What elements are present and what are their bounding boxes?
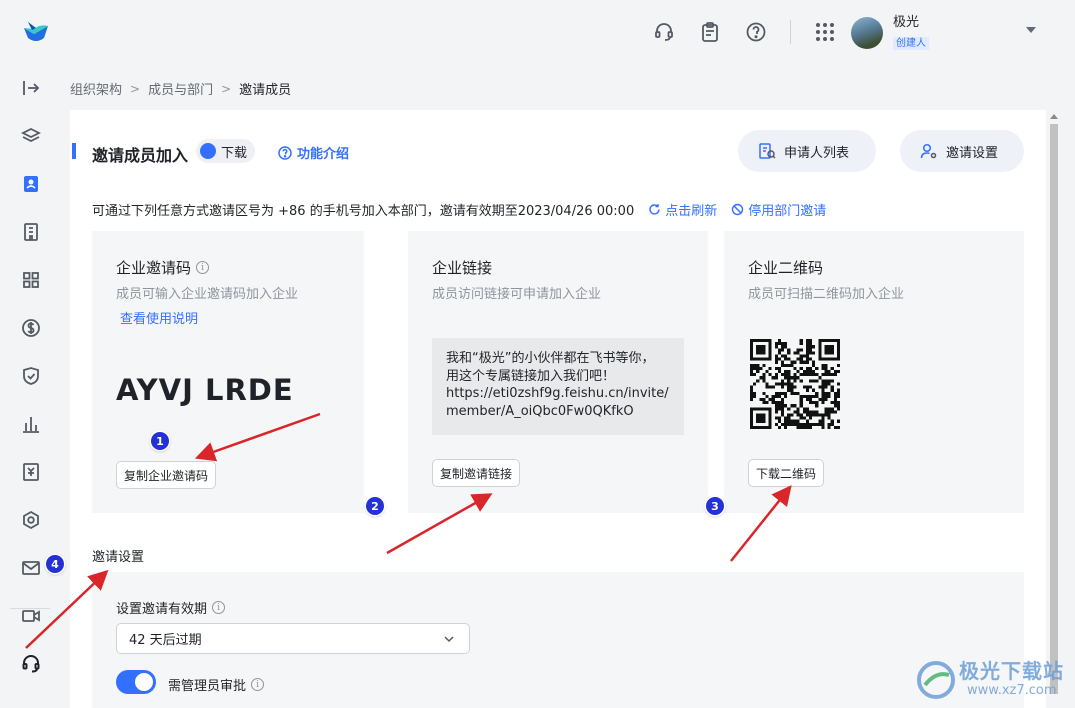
contacts-icon[interactable]	[19, 172, 43, 196]
validity-field-label: 设置邀请有效期 i	[116, 598, 226, 617]
annotation-badge: 4	[46, 555, 64, 573]
approval-icon[interactable]	[19, 460, 43, 484]
annotation-badge: 3	[706, 497, 724, 515]
download-tag-label: 下载	[221, 145, 248, 161]
invite-link-title: 企业链接	[432, 259, 493, 277]
video-icon[interactable]	[19, 604, 43, 628]
toggle-knob	[135, 673, 153, 691]
download-qr-button[interactable]: 下载二维码	[748, 459, 825, 487]
avatar[interactable]	[851, 16, 883, 49]
layers-icon[interactable]	[19, 124, 43, 148]
watermark: 极光下载站 www.xz7.com	[915, 655, 1075, 708]
usage-guide-link[interactable]: 查看使用说明	[120, 308, 198, 327]
chevron-down-icon	[444, 636, 454, 643]
page-title: 邀请成员加入	[92, 146, 189, 165]
invite-info: 可通过下列任意方式邀请区号为 +86 的手机号加入本部门，邀请有效期至2023/…	[92, 200, 826, 219]
validity-label: 设置邀请有效期	[116, 602, 208, 617]
validity-value: 42 天后过期	[129, 633, 202, 648]
collapse-icon[interactable]	[19, 76, 43, 100]
invite-settings-label: 邀请设置	[946, 145, 999, 161]
refresh-label: 点击刷新	[665, 204, 718, 219]
logo-icon[interactable]	[22, 20, 50, 44]
refresh-icon	[649, 204, 660, 215]
user-name: 极光	[893, 15, 920, 30]
invite-code-title: 企业邀请码	[116, 259, 192, 277]
support-icon[interactable]	[19, 652, 43, 676]
info-icon[interactable]: i	[196, 261, 210, 274]
breadcrumb-separator: >	[221, 81, 232, 96]
help-icon	[278, 145, 292, 160]
breadcrumb: 组织架构 > 成员与部门 > 邀请成员	[70, 79, 292, 99]
qr-code-card: 企业二维码 成员可扫描二维码加入企业 下载二维码	[724, 231, 1024, 513]
settings-panel: 设置邀请有效期 i 42 天后过期 需管理员审批 i	[92, 572, 1024, 708]
scroll-up-arrow[interactable]	[1050, 114, 1058, 119]
invite-link-card: 企业链接 成员访问链接可申请加入企业 我和“极光”的小伙伴都在飞书等你， 用这个…	[408, 231, 708, 513]
qr-code-title: 企业二维码	[748, 259, 824, 277]
watermark-text: 极光下载站	[959, 659, 1064, 683]
invite-code-card: 企业邀请码 i 成员可输入企业邀请码加入企业 查看使用说明 AYVJ LRDE …	[92, 231, 364, 513]
top-bar: 极光 创建人	[0, 0, 1075, 64]
help-icon[interactable]	[742, 18, 770, 46]
building-icon[interactable]	[19, 220, 43, 244]
watermark-logo-icon	[917, 661, 955, 699]
invite-code-subtitle: 成员可输入企业邀请码加入企业	[116, 287, 299, 302]
annotation-badge: 1	[151, 432, 169, 450]
info-icon[interactable]: i	[251, 678, 265, 691]
download-tag[interactable]: 下载	[196, 139, 256, 163]
apps-icon[interactable]	[19, 268, 43, 292]
scrollbar[interactable]	[1049, 112, 1059, 702]
topbar-divider	[790, 20, 791, 44]
title-accent-bar	[72, 143, 76, 159]
applicant-list-button[interactable]: 申请人列表	[738, 130, 876, 172]
scroll-thumb[interactable]	[1050, 124, 1058, 694]
invite-link-message: 我和“极光”的小伙伴都在飞书等你， 用这个专属链接加入我们吧！ https://…	[432, 338, 684, 435]
user-role-badge: 创建人	[893, 37, 929, 50]
breadcrumb-current: 邀请成员	[239, 83, 292, 98]
org-chart-icon	[200, 143, 216, 159]
refresh-link[interactable]: 点击刷新	[648, 200, 717, 219]
copy-invite-link-button[interactable]: 复制邀请链接	[432, 459, 521, 487]
settings-icon[interactable]	[19, 508, 43, 532]
annotation-badge: 2	[366, 497, 384, 515]
copy-invite-code-button[interactable]: 复制企业邀请码	[116, 461, 217, 489]
apps-grid-icon[interactable]	[811, 18, 839, 46]
mail-icon[interactable]	[19, 556, 43, 580]
breadcrumb-separator: >	[130, 81, 141, 96]
analytics-icon[interactable]	[19, 412, 43, 436]
billing-icon[interactable]	[19, 316, 43, 340]
ban-icon	[732, 203, 744, 216]
headset-icon[interactable]	[650, 18, 678, 46]
card-title: 企业邀请码 i	[116, 257, 210, 278]
disable-invite-link[interactable]: 停用部门邀请	[731, 200, 826, 219]
watermark-url: www.xz7.com	[967, 683, 1057, 698]
qr-code-subtitle: 成员可扫描二维码加入企业	[748, 287, 905, 302]
invite-settings-button[interactable]: 邀请设置	[900, 130, 1024, 172]
intro-link[interactable]: 功能介绍	[278, 143, 349, 162]
approval-label: 需管理员审批	[168, 679, 247, 694]
clipboard-icon[interactable]	[696, 18, 724, 46]
section-title: 邀请设置	[92, 550, 145, 565]
qr-code-image	[750, 339, 840, 429]
breadcrumb-members[interactable]: 成员与部门	[148, 79, 213, 98]
applicant-list-icon	[759, 143, 776, 159]
applicant-list-label: 申请人列表	[784, 145, 850, 161]
sidebar	[0, 64, 62, 708]
user-menu[interactable]: 极光 创建人	[851, 15, 929, 50]
invite-link-subtitle: 成员访问链接可申请加入企业	[432, 287, 602, 302]
info-icon[interactable]: i	[212, 601, 226, 614]
intro-link-label: 功能介绍	[297, 147, 350, 162]
approval-toggle[interactable]	[116, 670, 156, 694]
disable-invite-label: 停用部门邀请	[748, 204, 827, 219]
breadcrumb-org[interactable]: 组织架构	[70, 79, 122, 98]
user-settings-icon	[920, 143, 937, 159]
security-icon[interactable]	[19, 364, 43, 388]
qr-modules	[750, 339, 840, 429]
chevron-down-icon[interactable]	[1026, 27, 1036, 33]
invite-code-value: AYVJ LRDE	[116, 373, 294, 407]
approval-field: 需管理员审批 i	[168, 675, 265, 694]
invite-info-text: 可通过下列任意方式邀请区号为 +86 的手机号加入本部门，邀请有效期至2023/…	[92, 204, 635, 219]
validity-select[interactable]: 42 天后过期	[116, 623, 470, 654]
